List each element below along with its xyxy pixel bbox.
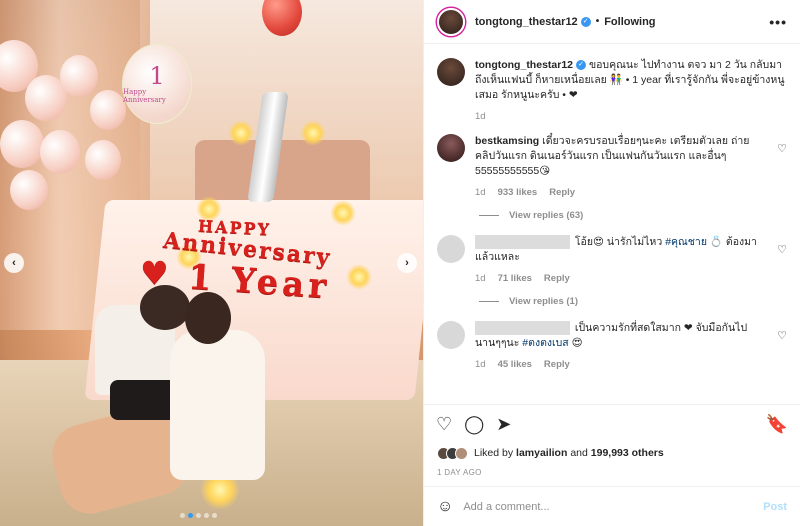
photo-balloon (90, 90, 126, 130)
comment-meta: 1d 45 likes Reply (475, 357, 769, 372)
header-separator: • (595, 16, 600, 27)
comments-list[interactable]: tongtong_thestar12 ✓ ขอบคุณนะ ไปทำงาน ตจว… (424, 44, 800, 404)
chevron-left-icon: ‹ (12, 257, 16, 269)
candle-light (330, 200, 356, 226)
verified-badge-icon: ✓ (576, 60, 587, 71)
like-comment-heart-icon[interactable]: ♡ (777, 329, 787, 342)
chevron-right-icon: › (405, 257, 409, 269)
bookmark-icon[interactable]: 🔖 (766, 414, 788, 435)
caption: tongtong_thestar12 ✓ ขอบคุณนะ ไปทำงาน ตจว… (437, 58, 787, 124)
commenter-avatar-redacted[interactable] (437, 321, 465, 349)
carousel-dot (196, 513, 201, 518)
author-avatar[interactable] (437, 7, 465, 36)
comment-likes[interactable]: 45 likes (498, 357, 532, 372)
liked-by-user[interactable]: lamyailion (516, 447, 567, 459)
carousel-indicator (180, 513, 217, 518)
like-comment-heart-icon[interactable]: ♡ (777, 142, 787, 155)
reply-button[interactable]: Reply (544, 357, 570, 372)
candle-light (228, 120, 254, 146)
anniversary-balloon: 1 Happy Anniversary (122, 44, 192, 124)
next-image-button[interactable]: › (397, 253, 417, 273)
post-image[interactable]: 1 Happy Anniversary HAPPY Anniversary ♥ … (0, 0, 423, 526)
reply-button[interactable]: Reply (549, 185, 575, 200)
photo-woman-head (185, 292, 231, 344)
hashtag-link[interactable]: #คุณชาย (665, 236, 707, 248)
commenter-username[interactable]: bestkamsing (475, 135, 539, 147)
post-comment-button[interactable]: Post (763, 501, 787, 513)
emoji-smiley-icon[interactable]: ☺ (437, 498, 453, 516)
liked-by-middle: and (570, 447, 588, 459)
post-actions: ♡ ◯ ➤ 🔖 (424, 404, 800, 444)
photo-balloon (10, 170, 48, 210)
comment-bubble-icon[interactable]: ◯ (464, 414, 484, 435)
comment-text: โอ้ย😍 น่ารักไม่ไหว (574, 236, 663, 248)
comment-likes[interactable]: 71 likes (498, 271, 532, 286)
comment-body: bestkamsing เดี๋ยวจะครบรอบเรื่อยๆนะคะ เต… (475, 134, 769, 200)
post-side-panel: tongtong_thestar12 ✓ • Following ••• ton… (423, 0, 800, 526)
caption-age: 1d (475, 111, 486, 122)
balloon-text: Happy Anniversary (123, 88, 166, 104)
post-timestamp[interactable]: 1 DAY AGO (424, 462, 800, 486)
comment-likes[interactable]: 933 likes (498, 185, 538, 200)
add-comment-bar: ☺ Post (424, 486, 800, 526)
comment-body: โอ้ย😍 น่ารักไม่ไหว #คุณชาย 💍 ต้องมาแล้วแ… (475, 235, 769, 286)
candle-light (346, 264, 372, 290)
like-comment-heart-icon[interactable]: ♡ (777, 243, 787, 256)
caption-avatar[interactable] (437, 58, 465, 86)
liker-avatar[interactable] (455, 446, 468, 460)
carousel-dot (180, 513, 185, 518)
add-comment-input[interactable] (463, 500, 764, 513)
photo-balloon (40, 130, 80, 174)
photo-balloon (60, 55, 98, 97)
instagram-post: 1 Happy Anniversary HAPPY Anniversary ♥ … (0, 0, 800, 526)
reply-button[interactable]: Reply (544, 271, 570, 286)
view-replies-label: View replies (1) (509, 296, 578, 307)
following-button[interactable]: Following (604, 16, 655, 28)
like-heart-icon[interactable]: ♡ (436, 414, 452, 435)
comment-meta: 1d 71 likes Reply (475, 271, 769, 286)
commenter-avatar-redacted[interactable] (437, 235, 465, 263)
view-replies-label: View replies (63) (509, 210, 584, 221)
redacted-username (475, 321, 570, 336)
liked-by-prefix: Liked by (474, 447, 514, 459)
verified-badge-icon: ✓ (580, 16, 591, 27)
caption-meta: 1d (475, 109, 787, 124)
previous-image-button[interactable]: ‹ (4, 253, 24, 273)
view-replies-button[interactable]: View replies (63) (479, 210, 787, 221)
photo-balloon (0, 120, 44, 168)
liked-by-others[interactable]: 199,993 others (591, 447, 664, 459)
view-replies-button[interactable]: View replies (1) (479, 296, 787, 307)
comment-age: 1d (475, 273, 486, 284)
hashtag-link[interactable]: #ตงตงเบส (522, 337, 568, 349)
more-options-icon[interactable]: ••• (769, 14, 787, 30)
comment: โอ้ย😍 น่ารักไม่ไหว #คุณชาย 💍 ต้องมาแล้วแ… (437, 235, 787, 286)
share-paper-plane-icon[interactable]: ➤ (496, 414, 511, 435)
carousel-dot (212, 513, 217, 518)
photo-woman (170, 330, 265, 480)
comment-age: 1d (475, 187, 486, 198)
redacted-username (475, 235, 570, 250)
candle-light (300, 120, 326, 146)
comment: bestkamsing เดี๋ยวจะครบรอบเรื่อยๆนะคะ เต… (437, 134, 787, 200)
post-header: tongtong_thestar12 ✓ • Following ••• (424, 0, 800, 44)
comment: เป็นความรักที่สดใสมาก ❤ จับมือกันไปนานๆๆ… (437, 321, 787, 372)
caption-body: tongtong_thestar12 ✓ ขอบคุณนะ ไปทำงาน ตจว… (475, 58, 787, 124)
caption-username[interactable]: tongtong_thestar12 (475, 59, 573, 71)
author-username[interactable]: tongtong_thestar12 (475, 16, 578, 28)
carousel-dot (204, 513, 209, 518)
comment-body: เป็นความรักที่สดใสมาก ❤ จับมือกันไปนานๆๆ… (475, 321, 769, 372)
replies-divider (479, 215, 499, 216)
comment-age: 1d (475, 359, 486, 370)
photo-man-head (140, 285, 190, 330)
comment-text-suffix: 😍 (571, 337, 583, 349)
carousel-dot-active (188, 513, 193, 518)
photo-balloon (85, 140, 121, 180)
liked-by: Liked by lamyailion and 199,993 others (424, 444, 800, 462)
comment-meta: 1d 933 likes Reply (475, 185, 769, 200)
replies-divider (479, 301, 499, 302)
liker-avatars (437, 446, 468, 460)
commenter-avatar[interactable] (437, 134, 465, 162)
balloon-number: 1 (149, 62, 165, 90)
